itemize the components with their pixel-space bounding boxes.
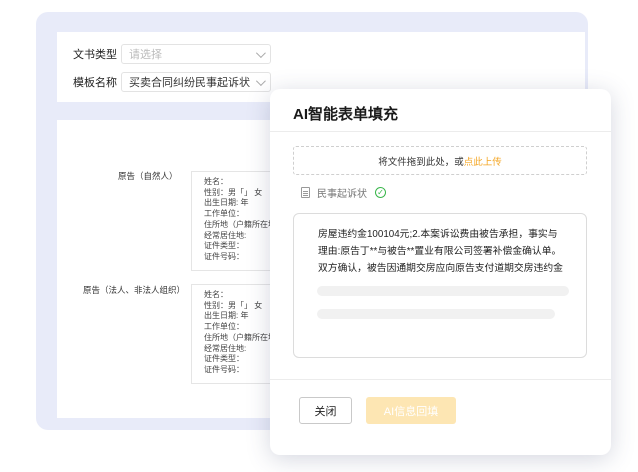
file-name: 民事起诉状 [317,189,367,200]
content-line: 理由:原告丁**与被告**置业有限公司签署补偿金确认单。 [318,246,562,257]
loading-skeleton [317,309,555,319]
ai-form-fill-modal: AI智能表单填充 将文件拖到此处，或 点此上传 民事起诉状 ✓ 房屋违约金100… [270,89,611,455]
divider [270,131,611,132]
ai-fill-button[interactable]: AI信息回填 [366,397,456,424]
modal-title: AI智能表单填充 [293,106,399,123]
chevron-down-icon [255,75,266,86]
loading-skeleton [317,286,569,296]
template-value: 买卖合同纠纷民事起诉状 [129,77,250,89]
content-line: 双方确认，被告因通期交房应向原告支付道期交房违约金 [318,263,563,274]
template-label: 模板名称 [73,77,117,89]
extracted-content-box[interactable]: 房屋违约金100104元;2.本案诉讼费由被告承担，事实与 理由:原告丁**与被… [293,213,587,358]
doc-type-label: 文书类型 [73,49,117,61]
uploaded-file: 民事起诉状 ✓ [301,185,386,200]
doc-type-select[interactable]: 请选择 [121,44,271,64]
doc-type-placeholder: 请选择 [129,49,162,61]
upload-link[interactable]: 点此上传 [464,154,502,168]
file-drop-zone[interactable]: 将文件拖到此处，或 点此上传 [293,146,587,175]
close-button[interactable]: 关闭 [299,397,352,424]
content-line: 房屋违约金100104元;2.本案诉讼费由被告承担，事实与 [318,229,558,240]
check-circle-icon: ✓ [375,187,386,198]
party-label: 原告（自然人） [118,171,178,181]
chevron-down-icon [255,47,266,58]
doc-type-row: 文书类型 请选择 [73,44,271,64]
document-icon [301,187,310,198]
party-label: 原告（法人、非法人组织） [83,285,186,295]
divider [270,379,611,380]
template-select[interactable]: 买卖合同纠纷民事起诉状 [121,72,271,92]
template-row: 模板名称 买卖合同纠纷民事起诉状 [73,72,271,92]
upload-hint: 将文件拖到此处，或 [378,156,464,168]
